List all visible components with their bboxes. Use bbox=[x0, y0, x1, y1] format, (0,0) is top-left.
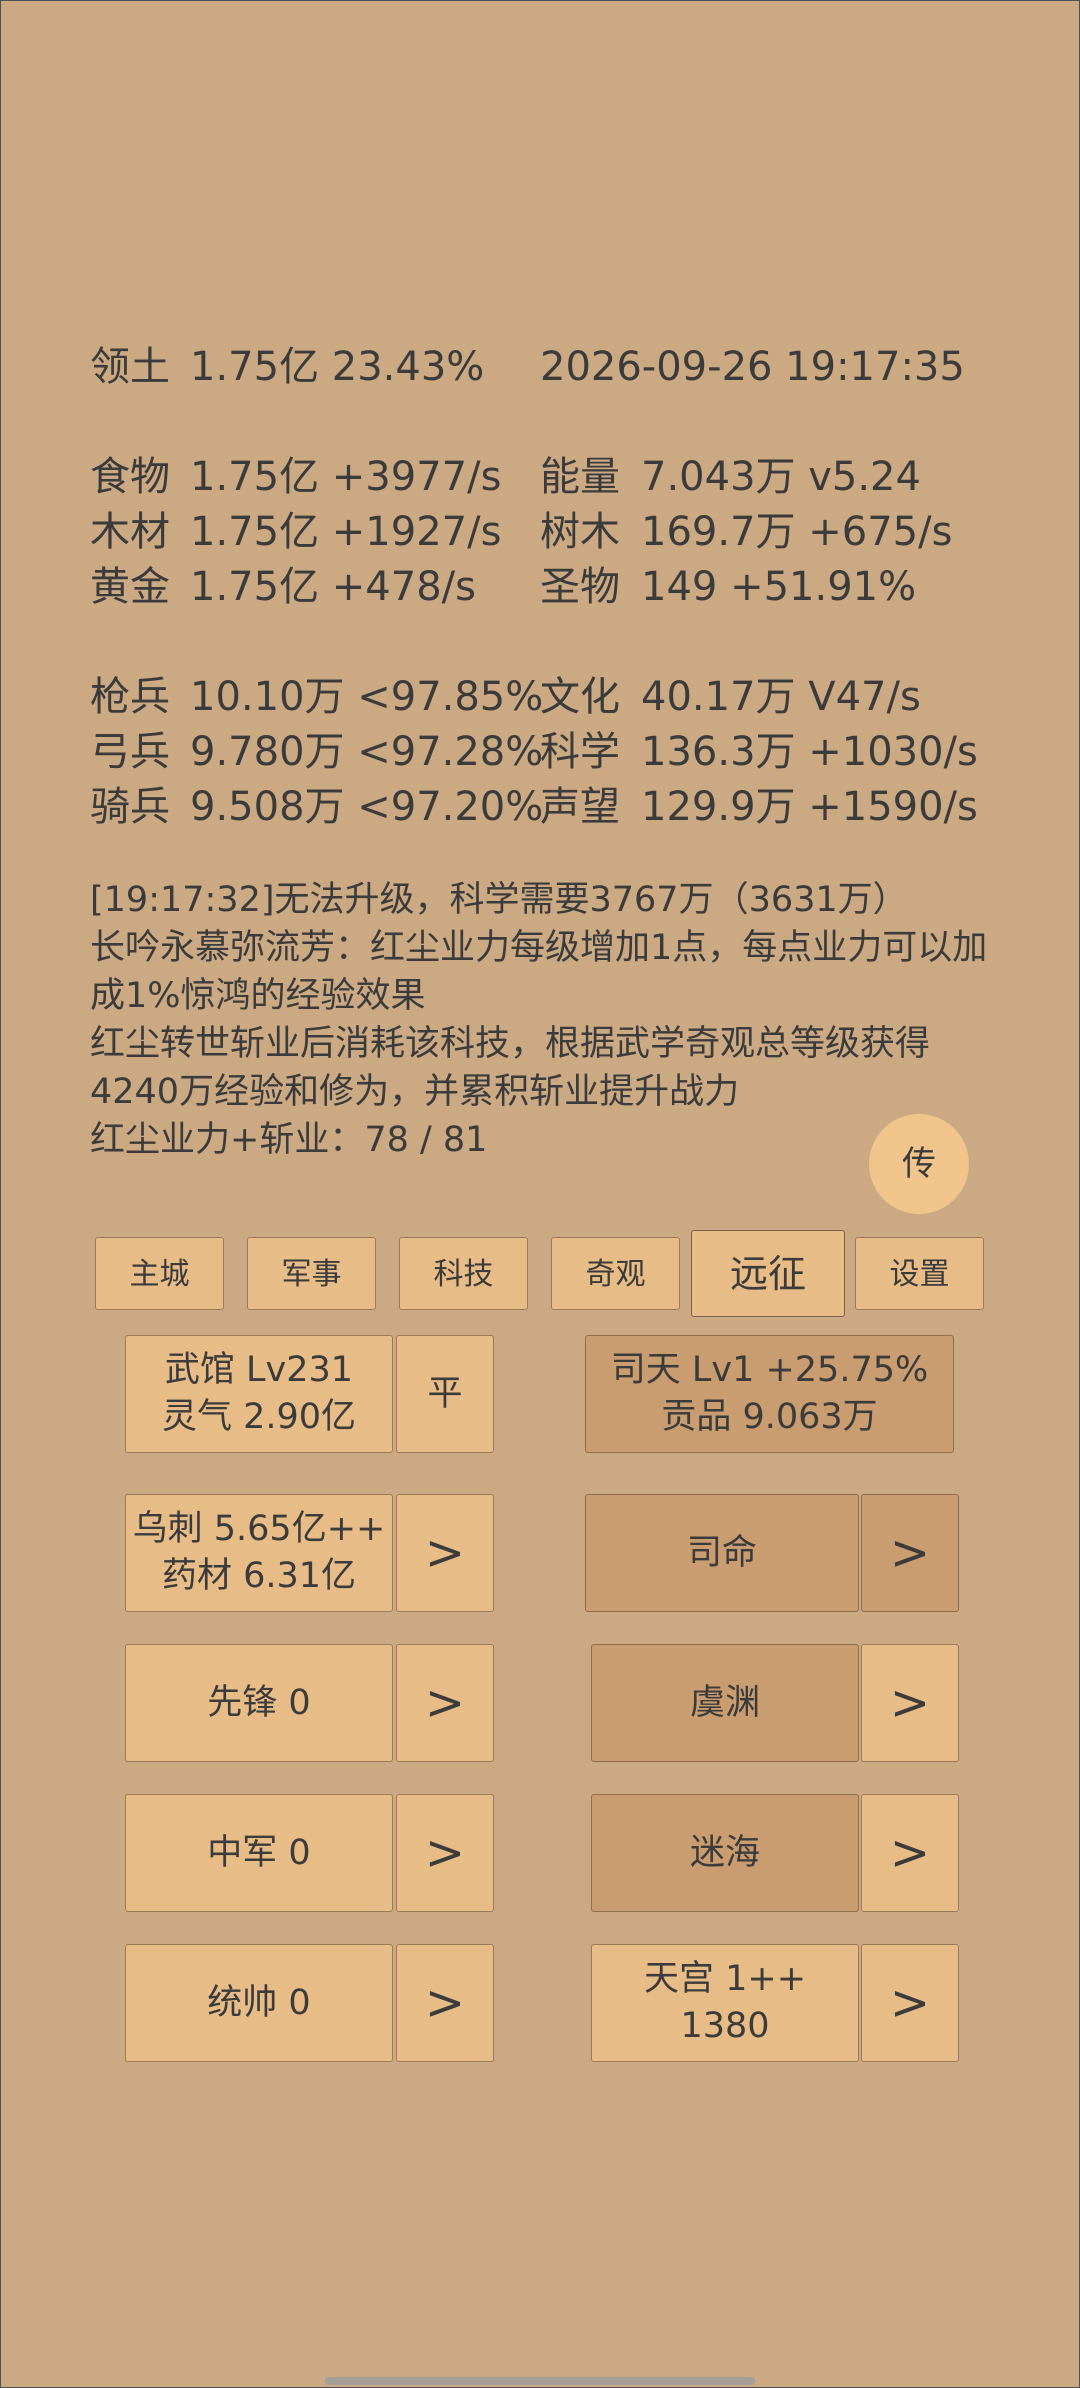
mihai-arrow-button[interactable]: > bbox=[861, 1794, 959, 1912]
zhongjun-arrow-button[interactable]: > bbox=[396, 1794, 494, 1912]
yuyuan-arrow-button[interactable]: > bbox=[861, 1644, 959, 1762]
sitian-button[interactable]: 司天 Lv1 +25.75% 贡品 9.063万 bbox=[585, 1335, 954, 1453]
xianfeng-arrow-button[interactable]: > bbox=[396, 1644, 494, 1762]
wuguan-flat-button[interactable]: 平 bbox=[396, 1335, 494, 1453]
archer-label: 弓兵 bbox=[90, 729, 170, 775]
tiangong-button[interactable]: 天宫 1++ 1380 bbox=[591, 1944, 859, 2062]
chevron-right-icon: > bbox=[424, 1524, 466, 1581]
energy-value: 7.043万 v5.24 bbox=[641, 454, 921, 500]
tiangong-value: 1380 bbox=[680, 2006, 770, 2046]
tongshuai-arrow-button[interactable]: > bbox=[396, 1944, 494, 2062]
zhongjun-label: 中军 0 bbox=[207, 1832, 311, 1873]
energy-label: 能量 bbox=[540, 454, 620, 500]
yuyuan-label: 虞渊 bbox=[689, 1682, 760, 1723]
wuci-herbs: 药材 6.31亿 bbox=[161, 1556, 357, 1596]
message-log: [19:17:32]无法升级，科学需要3767万（3631万） 长吟永慕弥流芳：… bbox=[90, 876, 1000, 1164]
chevron-right-icon: > bbox=[889, 1674, 931, 1731]
wuci-arrow-button[interactable]: > bbox=[396, 1494, 494, 1612]
datetime: 2026-09-26 19:17:35 bbox=[540, 344, 965, 390]
tiangong-level: 天宫 1++ bbox=[643, 1959, 807, 1999]
mihai-button[interactable]: 迷海 bbox=[591, 1794, 859, 1912]
yuyuan-button[interactable]: 虞渊 bbox=[591, 1644, 859, 1762]
science-value: 136.3万 +1030/s bbox=[641, 729, 978, 775]
tiangong-arrow-button[interactable]: > bbox=[861, 1944, 959, 2062]
wood-label: 木材 bbox=[90, 509, 170, 555]
tab-expedition[interactable]: 远征 bbox=[691, 1230, 845, 1317]
wuci-button[interactable]: 乌刺 5.65亿++ 药材 6.31亿 bbox=[125, 1494, 393, 1612]
chuan-button[interactable]: 传 bbox=[869, 1114, 969, 1214]
gold-value: 1.75亿 +478/s bbox=[190, 564, 476, 610]
xianfeng-button[interactable]: 先锋 0 bbox=[125, 1644, 393, 1762]
log-line-skill-desc: 长吟永慕弥流芳：红尘业力每级增加1点，每点业力可以加成1%惊鸿的经验效果 bbox=[90, 928, 988, 1016]
prestige-value: 129.9万 +1590/s bbox=[641, 784, 978, 830]
tongshuai-button[interactable]: 统帅 0 bbox=[125, 1944, 393, 2062]
science-label: 科学 bbox=[540, 729, 620, 775]
xianfeng-label: 先锋 0 bbox=[207, 1682, 311, 1723]
wuguan-flat-label: 平 bbox=[427, 1373, 463, 1414]
tab-wonders[interactable]: 奇观 bbox=[551, 1237, 680, 1310]
food-value: 1.75亿 +3977/s bbox=[190, 454, 502, 500]
mihai-label: 迷海 bbox=[689, 1832, 760, 1873]
archer-value: 9.780万 <97.28% bbox=[190, 729, 544, 775]
prestige-label: 声望 bbox=[540, 784, 620, 830]
tab-military[interactable]: 军事 bbox=[247, 1237, 376, 1310]
culture-value: 40.17万 V47/s bbox=[641, 674, 921, 720]
sitian-tribute: 贡品 9.063万 bbox=[661, 1397, 878, 1437]
sitian-level: 司天 Lv1 +25.75% bbox=[610, 1350, 929, 1390]
gold-label: 黄金 bbox=[90, 564, 170, 610]
log-line-karma: 红尘业力+斩业：78 / 81 bbox=[90, 1120, 488, 1160]
log-line-upgrade-fail: [19:17:32]无法升级，科学需要3767万（3631万） bbox=[90, 880, 908, 920]
wuguan-button[interactable]: 武馆 Lv231 灵气 2.90亿 bbox=[125, 1335, 393, 1453]
trees-label: 树木 bbox=[540, 509, 620, 555]
tab-settings[interactable]: 设置 bbox=[855, 1237, 984, 1310]
spearman-value: 10.10万 <97.85% bbox=[190, 674, 544, 720]
wuguan-lingqi: 灵气 2.90亿 bbox=[161, 1397, 357, 1437]
chevron-right-icon: > bbox=[424, 1674, 466, 1731]
cavalry-value: 9.508万 <97.20% bbox=[190, 784, 544, 830]
tongshuai-label: 统帅 0 bbox=[207, 1982, 311, 2023]
spearman-label: 枪兵 bbox=[90, 674, 170, 720]
wood-value: 1.75亿 +1927/s bbox=[190, 509, 502, 555]
siming-arrow-button[interactable]: > bbox=[861, 1494, 959, 1612]
home-indicator[interactable] bbox=[325, 2377, 755, 2385]
cavalry-label: 骑兵 bbox=[90, 784, 170, 830]
zhongjun-button[interactable]: 中军 0 bbox=[125, 1794, 393, 1912]
chevron-right-icon: > bbox=[889, 1824, 931, 1881]
relic-value: 149 +51.91% bbox=[641, 564, 917, 610]
chevron-right-icon: > bbox=[424, 1974, 466, 2031]
tab-technology[interactable]: 科技 bbox=[399, 1237, 528, 1310]
chevron-right-icon: > bbox=[889, 1974, 931, 2031]
trees-value: 169.7万 +675/s bbox=[641, 509, 953, 555]
food-label: 食物 bbox=[90, 454, 170, 500]
relic-label: 圣物 bbox=[540, 564, 620, 610]
wuci-value: 乌刺 5.65亿++ bbox=[132, 1509, 386, 1549]
territory-label: 领土 bbox=[90, 344, 170, 390]
wuguan-level: 武馆 Lv231 bbox=[164, 1350, 354, 1390]
chevron-right-icon: > bbox=[424, 1824, 466, 1881]
territory-value: 1.75亿 23.43% bbox=[190, 344, 485, 390]
log-line-rebirth-desc: 红尘转世斩业后消耗该科技，根据武学奇观总等级获得4240万经验和修为，并累积斩业… bbox=[90, 1024, 931, 1112]
siming-label: 司命 bbox=[686, 1532, 757, 1573]
tab-main-city[interactable]: 主城 bbox=[95, 1237, 224, 1310]
chevron-right-icon: > bbox=[889, 1524, 931, 1581]
culture-label: 文化 bbox=[540, 674, 620, 720]
siming-button[interactable]: 司命 bbox=[585, 1494, 859, 1612]
